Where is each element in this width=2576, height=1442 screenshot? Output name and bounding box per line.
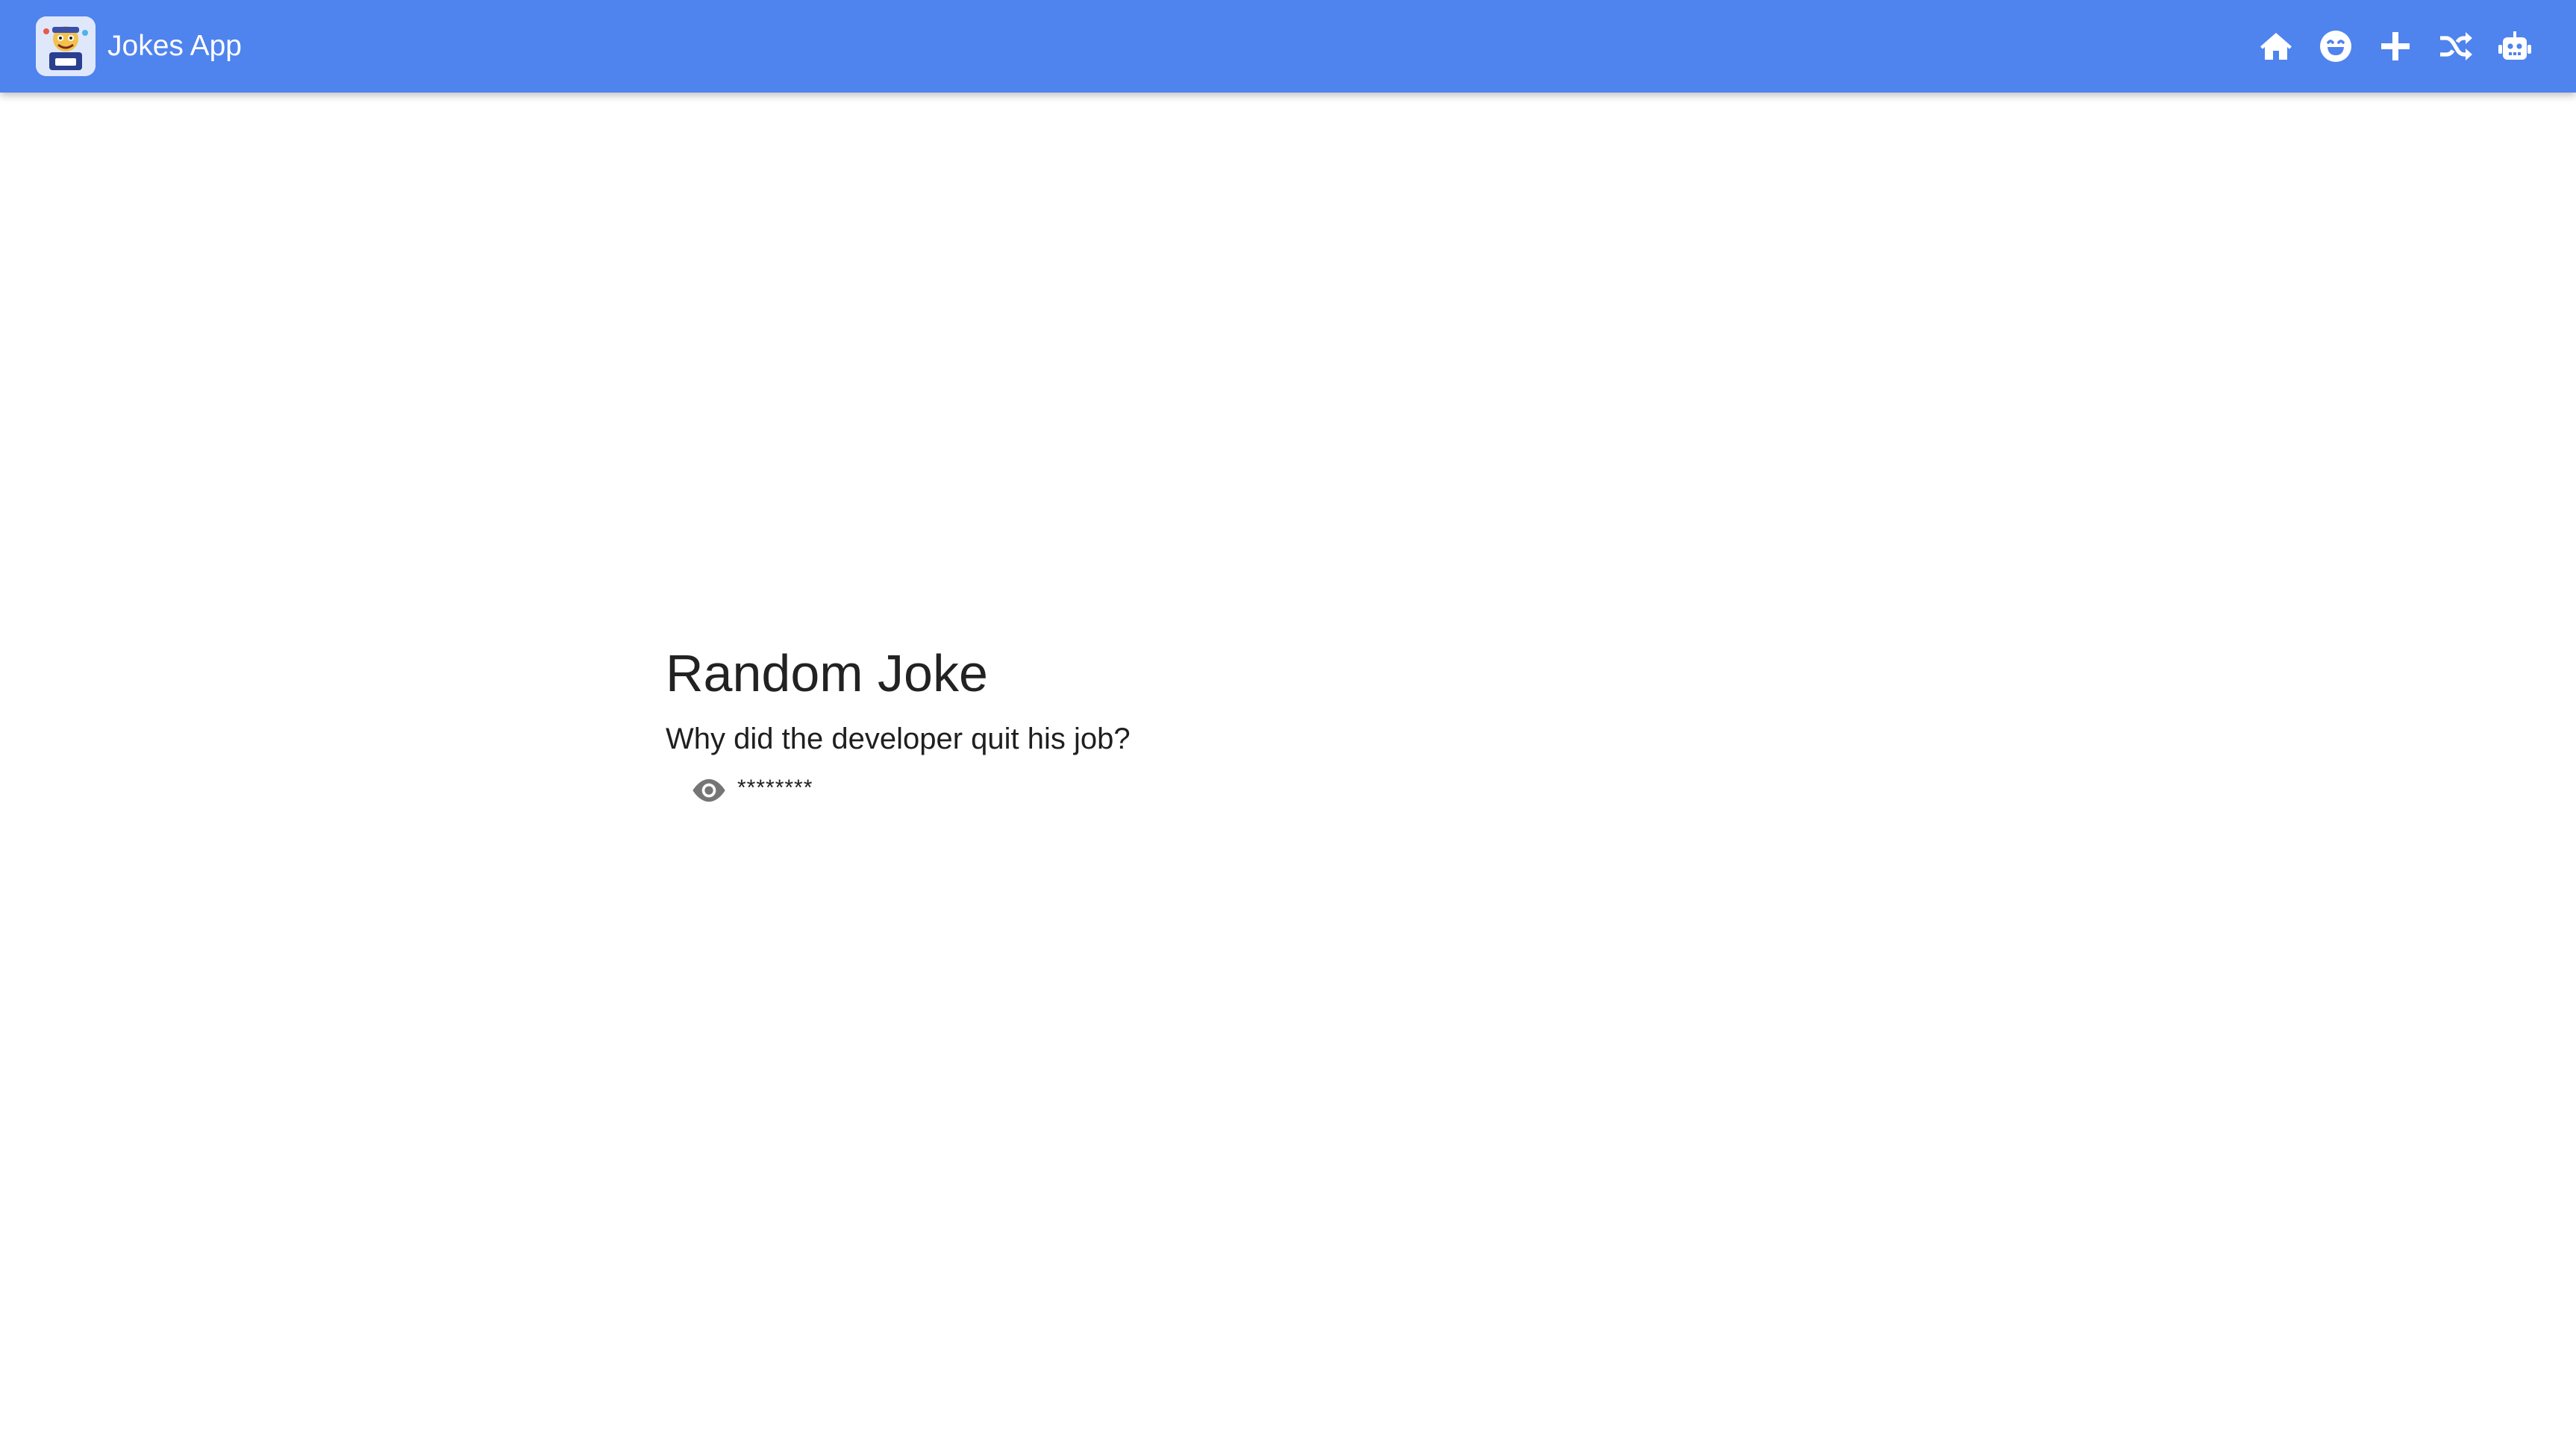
nav-icons bbox=[2258, 28, 2533, 64]
joke-setup: Why did the developer quit his job? bbox=[666, 722, 1131, 755]
plus-icon[interactable] bbox=[2378, 28, 2413, 64]
joke-section: Random Joke Why did the developer quit h… bbox=[666, 642, 1131, 808]
jokes-logo-icon[interactable] bbox=[36, 16, 96, 76]
app-title: Jokes App bbox=[107, 30, 242, 62]
app-bar: Jokes App bbox=[0, 0, 2576, 93]
shuffle-icon[interactable] bbox=[2437, 28, 2473, 64]
eye-icon[interactable] bbox=[688, 772, 730, 808]
home-icon[interactable] bbox=[2258, 28, 2294, 64]
punchline-row: ******** bbox=[688, 772, 1131, 808]
page-title: Random Joke bbox=[666, 644, 988, 702]
masked-punchline: ******** bbox=[737, 775, 813, 800]
robot-icon[interactable] bbox=[2497, 28, 2533, 64]
smile-icon[interactable] bbox=[2318, 28, 2354, 64]
